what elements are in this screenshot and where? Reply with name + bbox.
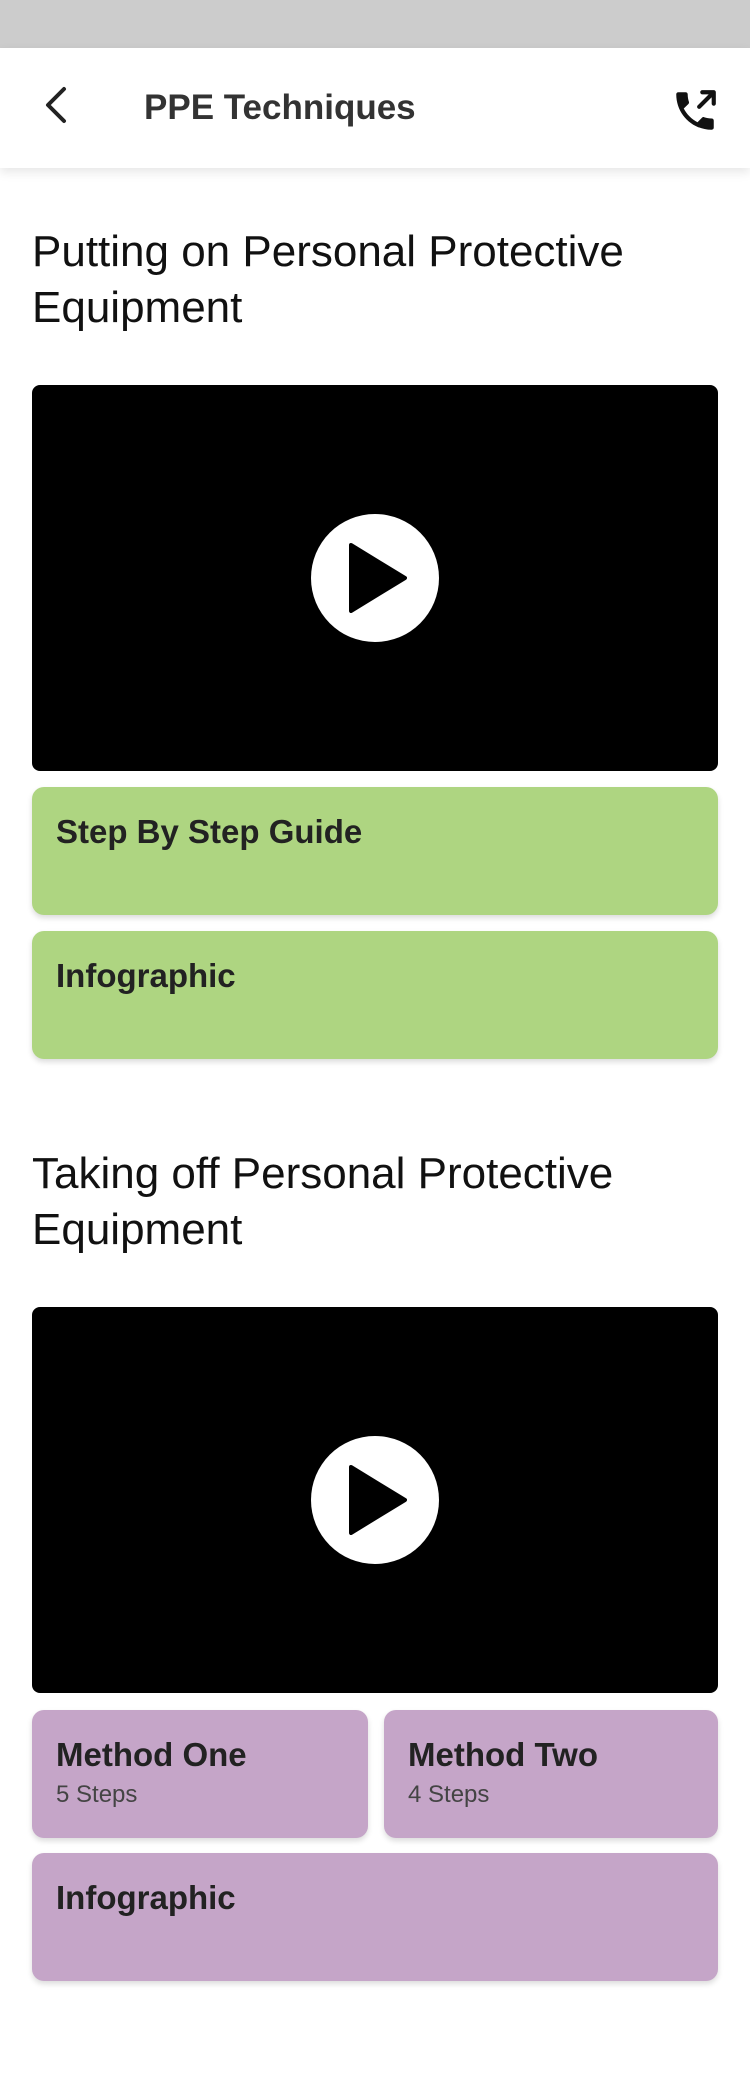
section-title-taking-off: Taking off Personal Protective Equipment [32, 1149, 614, 1254]
card-title: Step By Step Guide [56, 813, 363, 850]
chevron-left-icon [46, 87, 66, 123]
card-title: Method Two [408, 1736, 599, 1773]
card-method-one[interactable]: Method One 5 Steps [32, 1710, 368, 1838]
back-button[interactable] [30, 78, 84, 132]
card-steps-count: 4 Steps [408, 1781, 490, 1808]
phone-outgoing-icon [676, 90, 716, 130]
video-putting-on[interactable] [32, 385, 718, 771]
play-button[interactable] [311, 514, 439, 642]
card-step-by-step-guide[interactable]: Step By Step Guide [32, 787, 718, 915]
play-icon [349, 1465, 407, 1535]
card-infographic-putting-on[interactable]: Infographic [32, 931, 718, 1059]
card-title: Infographic [56, 957, 236, 994]
card-title: Method One [56, 1736, 247, 1773]
card-method-two[interactable]: Method Two 4 Steps [384, 1710, 718, 1838]
card-steps-count: 5 Steps [56, 1781, 138, 1808]
section-title-putting-on: Putting on Personal Protective Equipment [32, 227, 624, 332]
app-bar: PPE Techniques [0, 48, 750, 168]
status-bar [0, 0, 750, 48]
card-infographic-taking-off[interactable]: Infographic [32, 1853, 718, 1981]
card-title: Infographic [56, 1879, 236, 1916]
video-taking-off[interactable] [32, 1307, 718, 1693]
page-title: PPE Techniques [144, 88, 416, 127]
call-button[interactable] [668, 84, 722, 138]
play-button[interactable] [311, 1436, 439, 1564]
play-icon [349, 543, 407, 613]
